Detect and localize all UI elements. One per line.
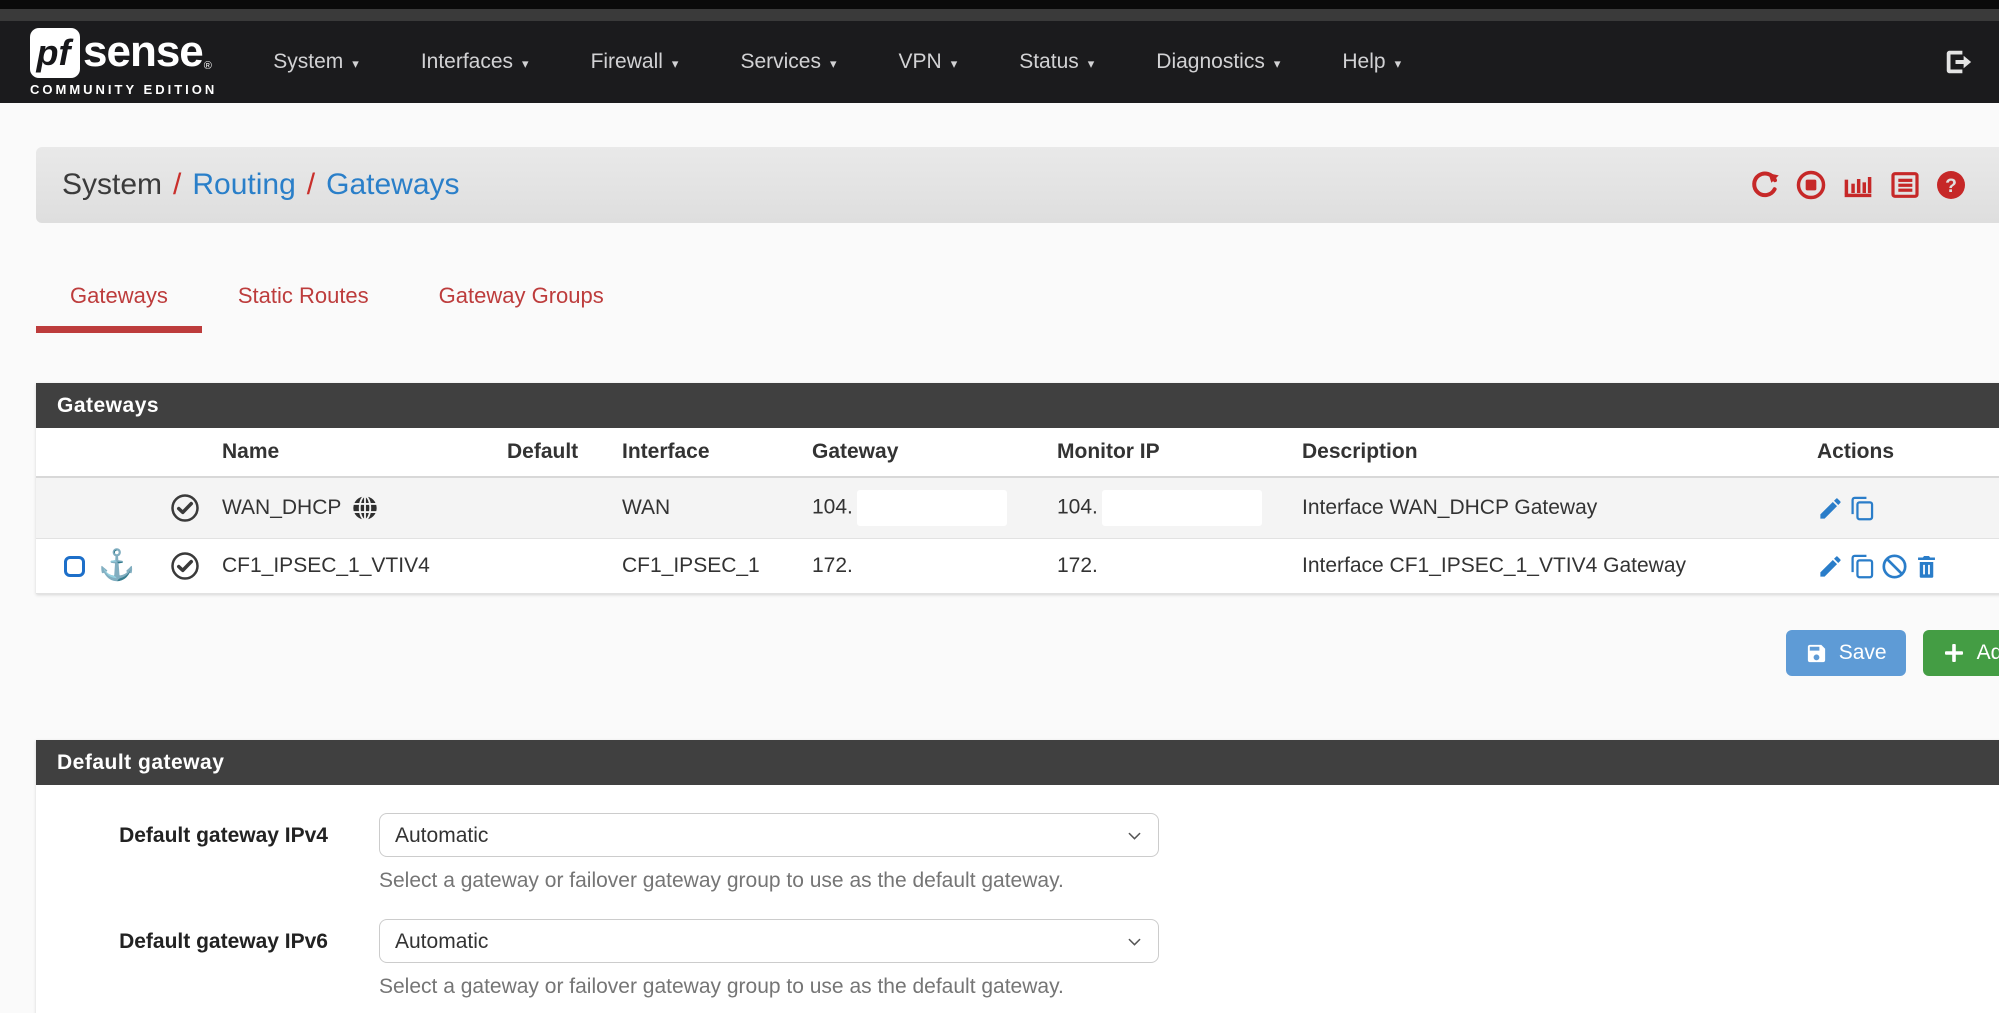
caret-down-icon: ▾ bbox=[951, 54, 958, 70]
breadcrumb: System / Routing / Gateways bbox=[62, 168, 460, 202]
col-interface: Interface bbox=[616, 428, 806, 477]
form-row-ipv6: Default gateway IPv6 Automatic Select a … bbox=[36, 919, 1999, 999]
col-actions: Actions bbox=[1811, 428, 1999, 477]
table-row: ⚓ CF1_IPSEC_1_VTIV4 CF1_IPSEC_1 172. 172… bbox=[36, 539, 1999, 594]
col-description: Description bbox=[1296, 428, 1811, 477]
log-icon[interactable] bbox=[1889, 169, 1921, 201]
add-button[interactable]: Add bbox=[1923, 630, 1999, 676]
sign-out-icon[interactable] bbox=[1943, 47, 1973, 77]
menu-diagnostics[interactable]: Diagnostics ▾ bbox=[1156, 50, 1280, 74]
breadcrumb-bar: System / Routing / Gateways ? bbox=[36, 147, 1999, 223]
form-row-ipv4: Default gateway IPv4 Automatic Select a … bbox=[36, 813, 1999, 893]
ipv6-help-text: Select a gateway or failover gateway gro… bbox=[379, 975, 1159, 999]
gateway-address: 104. bbox=[812, 496, 853, 519]
table-row: WAN_DHCP bbox=[36, 477, 1999, 539]
table-header-row: Name Default Interface Gateway Monitor I… bbox=[36, 428, 1999, 477]
edit-icon[interactable] bbox=[1817, 495, 1844, 522]
caret-down-icon: ▾ bbox=[1395, 54, 1402, 70]
caret-down-icon: ▾ bbox=[352, 54, 359, 70]
menu-system[interactable]: System ▾ bbox=[273, 50, 359, 74]
page-action-icons: ? bbox=[1749, 169, 1973, 201]
delete-icon[interactable] bbox=[1913, 553, 1940, 580]
menu-vpn[interactable]: VPN ▾ bbox=[899, 50, 958, 74]
svg-text:?: ? bbox=[1945, 176, 1957, 197]
monitor-ip: 104. bbox=[1057, 496, 1098, 519]
community-edition-label: COMMUNITY EDITION bbox=[30, 82, 217, 97]
breadcrumb-link-gateways[interactable]: Gateways bbox=[326, 168, 459, 201]
default-gateway-ipv4-select[interactable]: Automatic bbox=[379, 813, 1159, 857]
gateway-description: Interface CF1_IPSEC_1_VTIV4 Gateway bbox=[1296, 539, 1811, 594]
gateway-interface: CF1_IPSEC_1 bbox=[616, 539, 806, 594]
gateway-name: CF1_IPSEC_1_VTIV4 bbox=[216, 539, 501, 594]
caret-down-icon: ▾ bbox=[830, 54, 837, 70]
plus-icon bbox=[1942, 641, 1966, 665]
table-buttons: Save Add bbox=[36, 630, 1999, 676]
window-top-strip bbox=[0, 0, 1999, 9]
menu-interfaces[interactable]: Interfaces ▾ bbox=[421, 50, 529, 74]
gateway-address: 172. bbox=[806, 539, 1051, 594]
save-icon bbox=[1805, 642, 1828, 665]
edit-icon[interactable] bbox=[1817, 553, 1844, 580]
window-title-strip bbox=[0, 9, 1999, 21]
default-gateway-ipv4-label: Default gateway IPv4 bbox=[36, 813, 328, 893]
top-navbar: pf sense ® COMMUNITY EDITION System ▾ In… bbox=[0, 21, 1999, 103]
monitor-ip: 172. bbox=[1051, 539, 1296, 594]
default-gateway-ipv6-select[interactable]: Automatic bbox=[379, 919, 1159, 963]
gateway-name: WAN_DHCP bbox=[222, 496, 341, 520]
col-gateway: Gateway bbox=[806, 428, 1051, 477]
copy-icon[interactable] bbox=[1849, 553, 1876, 580]
gateway-interface: WAN bbox=[616, 477, 806, 539]
caret-down-icon: ▾ bbox=[672, 54, 679, 70]
main-menu: System ▾ Interfaces ▾ Firewall ▾ Service… bbox=[273, 50, 1401, 74]
menu-help[interactable]: Help ▾ bbox=[1342, 50, 1401, 74]
pfsense-logo[interactable]: pf sense ® COMMUNITY EDITION bbox=[30, 28, 217, 97]
gateway-enabled-icon bbox=[170, 493, 210, 523]
copy-icon[interactable] bbox=[1849, 495, 1876, 522]
gateway-enabled-icon bbox=[170, 551, 210, 581]
caret-down-icon: ▾ bbox=[1274, 54, 1281, 70]
gateway-description: Interface WAN_DHCP Gateway bbox=[1296, 477, 1811, 539]
refresh-icon[interactable] bbox=[1749, 169, 1781, 201]
breadcrumb-section: System bbox=[62, 168, 162, 201]
redaction-box bbox=[857, 490, 1007, 526]
redaction-box bbox=[1102, 490, 1262, 526]
stop-circle-icon[interactable] bbox=[1795, 169, 1827, 201]
default-gateway-ipv6-label: Default gateway IPv6 bbox=[36, 919, 328, 999]
breadcrumb-separator: / bbox=[307, 168, 315, 201]
default-gateway-globe-icon bbox=[351, 494, 379, 522]
default-gateway-panel: Default gateway Default gateway IPv4 Aut… bbox=[36, 740, 1999, 1013]
caret-down-icon: ▾ bbox=[522, 54, 529, 70]
pfsense-logo-pf: pf bbox=[30, 28, 80, 78]
breadcrumb-separator: / bbox=[173, 168, 181, 201]
caret-down-icon: ▾ bbox=[1088, 54, 1095, 70]
col-default: Default bbox=[501, 428, 616, 477]
col-name: Name bbox=[216, 428, 501, 477]
breadcrumb-link-routing[interactable]: Routing bbox=[192, 168, 295, 201]
help-icon[interactable]: ? bbox=[1935, 169, 1967, 201]
disable-icon[interactable] bbox=[1881, 553, 1908, 580]
gateways-panel: Gateways Name Default Interface Gateway … bbox=[36, 383, 1999, 594]
tab-gateways[interactable]: Gateways bbox=[36, 269, 202, 333]
menu-status[interactable]: Status ▾ bbox=[1019, 50, 1094, 74]
row-checkbox[interactable] bbox=[64, 556, 85, 577]
tab-gateway-groups[interactable]: Gateway Groups bbox=[405, 269, 638, 333]
gateways-table: Name Default Interface Gateway Monitor I… bbox=[36, 428, 1999, 594]
registered-mark: ® bbox=[204, 60, 212, 72]
pfsense-logo-sense: sense bbox=[83, 28, 203, 76]
save-button[interactable]: Save bbox=[1786, 630, 1906, 676]
anchor-icon: ⚓ bbox=[98, 551, 135, 581]
col-monitor-ip: Monitor IP bbox=[1051, 428, 1296, 477]
menu-services[interactable]: Services ▾ bbox=[740, 50, 836, 74]
gateways-panel-title: Gateways bbox=[36, 383, 1999, 428]
tab-static-routes[interactable]: Static Routes bbox=[204, 269, 403, 333]
routing-tabs: Gateways Static Routes Gateway Groups bbox=[36, 269, 1999, 333]
menu-firewall[interactable]: Firewall ▾ bbox=[591, 50, 679, 74]
ipv4-help-text: Select a gateway or failover gateway gro… bbox=[379, 869, 1159, 893]
bar-chart-icon[interactable] bbox=[1841, 169, 1875, 201]
default-gateway-panel-title: Default gateway bbox=[36, 740, 1999, 785]
